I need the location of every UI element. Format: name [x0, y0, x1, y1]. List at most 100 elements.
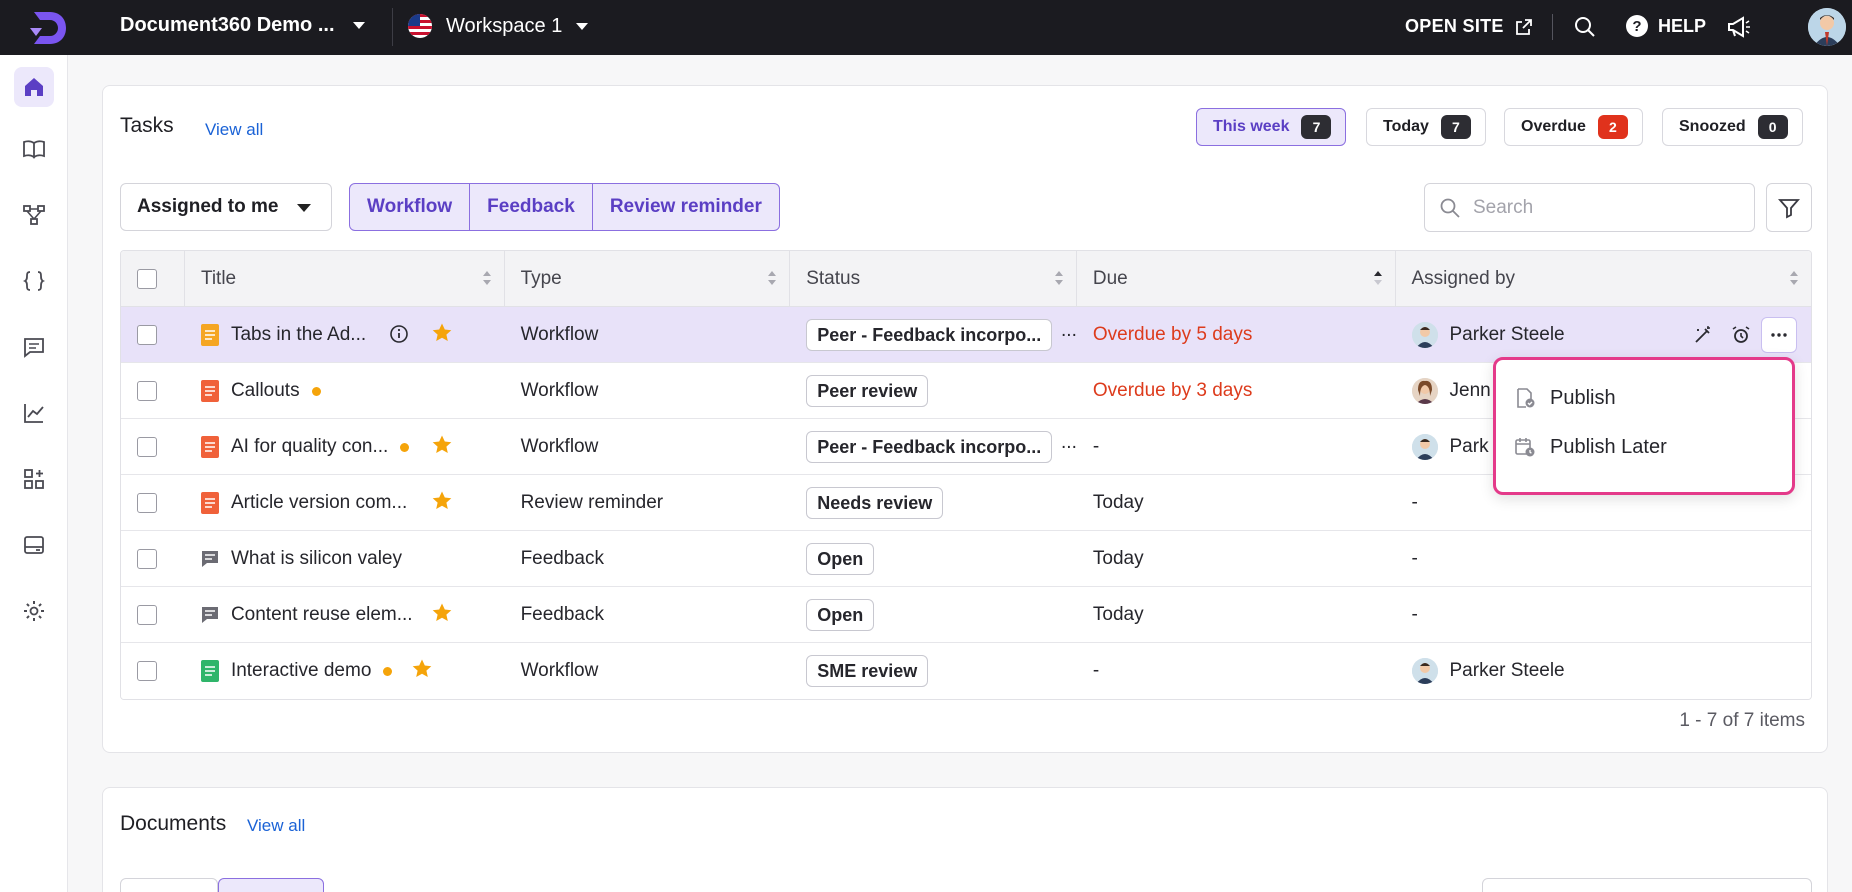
article-document-icon: [200, 660, 219, 682]
documents-view-all-link[interactable]: View all: [247, 816, 305, 836]
help-label: HELP: [1658, 15, 1707, 36]
table-row[interactable]: Interactive demo Workflow SME review - P…: [121, 643, 1811, 699]
api-braces-icon: [22, 271, 46, 291]
assigned-by-cell: -: [1411, 604, 1418, 625]
divider: [392, 8, 393, 46]
title-cell: Interactive demo: [185, 643, 505, 699]
status-cell: Peer - Feedback incorpo... ...: [790, 419, 1077, 475]
documents-tab-active[interactable]: [218, 878, 324, 892]
status-cell: Needs review: [790, 475, 1077, 531]
analytics-icon: [24, 404, 44, 423]
menu-item-publish[interactable]: Publish: [1514, 378, 1616, 418]
snooze-button[interactable]: [1723, 317, 1759, 353]
row-select: [121, 475, 185, 531]
more-options-button[interactable]: [1761, 317, 1797, 353]
table-row[interactable]: What is silicon valey Feedback Open Toda…: [121, 531, 1811, 587]
sidebar-item-feedback[interactable]: [14, 327, 54, 367]
row-checkbox[interactable]: [137, 381, 157, 401]
task-title-link[interactable]: Content reuse elem...: [231, 604, 413, 626]
row-checkbox[interactable]: [137, 437, 157, 457]
column-label: Due: [1092, 268, 1128, 289]
status-cell: SME review: [790, 643, 1077, 699]
category-tree-icon: [23, 205, 45, 225]
table-row[interactable]: Tabs in the Ad... Workflow Peer - Feedba…: [121, 307, 1811, 363]
row-checkbox[interactable]: [137, 605, 157, 625]
assigned-to-me-dropdown[interactable]: Assigned to me: [120, 183, 332, 231]
reassign-button[interactable]: [1685, 317, 1721, 353]
user-avatar[interactable]: [1808, 8, 1846, 46]
star-icon[interactable]: [431, 602, 453, 624]
help-button[interactable]: ? HELP: [1626, 15, 1706, 37]
sidebar-item-home[interactable]: [14, 67, 54, 107]
due-cell: Overdue by 5 days: [1092, 324, 1253, 345]
status-overflow: ...: [1061, 432, 1077, 453]
column-header-title[interactable]: Title: [185, 251, 505, 307]
announcement-megaphone-icon[interactable]: [1726, 14, 1752, 40]
sort-icon: [482, 271, 491, 285]
sidebar-item-widgets[interactable]: [14, 525, 54, 565]
filter-button[interactable]: [1766, 183, 1812, 232]
column-header-due[interactable]: Due: [1077, 251, 1396, 307]
count-badge: 7: [1301, 115, 1332, 139]
filter-snoozed[interactable]: Snoozed 0: [1662, 108, 1803, 146]
status-tag: Peer - Feedback incorpo...: [806, 319, 1053, 351]
unpublished-dot: [311, 386, 321, 396]
type-cell: Workflow: [520, 436, 599, 457]
task-title-link[interactable]: Callouts: [231, 380, 300, 402]
documents-search-input[interactable]: [1482, 878, 1812, 892]
open-site-link[interactable]: OPEN SITE: [1405, 16, 1534, 37]
filter-today[interactable]: Today 7: [1366, 108, 1486, 146]
chevron-down-icon: [576, 22, 589, 30]
row-checkbox[interactable]: [137, 325, 157, 345]
sort-icon: [768, 271, 777, 285]
task-title-link[interactable]: Article version com...: [231, 492, 407, 514]
task-title-link[interactable]: What is silicon valey: [231, 548, 402, 570]
project-selector[interactable]: Document360 Demo ...: [120, 14, 365, 37]
help-icon: ?: [1626, 15, 1648, 37]
task-title-link[interactable]: AI for quality con...: [231, 436, 388, 458]
column-header-assigned-by[interactable]: Assigned by: [1396, 251, 1812, 307]
star-icon[interactable]: [431, 490, 453, 512]
sidebar-item-documentation[interactable]: [14, 129, 54, 169]
article-document-icon: [200, 324, 219, 346]
tasks-title: Tasks: [120, 114, 174, 137]
row-checkbox[interactable]: [137, 549, 157, 569]
workspace-selector[interactable]: Workspace 1: [408, 14, 589, 38]
count-badge: 2: [1597, 115, 1628, 139]
task-title-link[interactable]: Tabs in the Ad...: [231, 324, 366, 346]
schedule-calendar-icon: [1515, 438, 1535, 457]
filter-overdue[interactable]: Overdue 2: [1504, 108, 1643, 146]
row-checkbox[interactable]: [137, 661, 157, 681]
sidebar-item-api[interactable]: [14, 261, 54, 301]
document360-logo[interactable]: [28, 8, 70, 48]
type-filter-feedback[interactable]: Feedback: [470, 184, 593, 230]
search-icon[interactable]: [1572, 14, 1598, 40]
star-icon[interactable]: [431, 434, 453, 456]
task-title-link[interactable]: Interactive demo: [231, 660, 371, 682]
filter-this-week[interactable]: This week 7: [1196, 108, 1347, 146]
documents-tab[interactable]: [120, 878, 218, 892]
sidebar-item-categories[interactable]: [14, 195, 54, 235]
sidebar-item-settings[interactable]: [14, 591, 54, 631]
select-all-checkbox[interactable]: [137, 269, 157, 289]
column-header-type[interactable]: Type: [505, 251, 791, 307]
pill-label: This week: [1213, 118, 1290, 135]
menu-item-publish-later[interactable]: Publish Later: [1514, 427, 1667, 467]
tasks-view-all-link[interactable]: View all: [205, 120, 263, 140]
search-placeholder: Search: [1473, 196, 1534, 218]
row-checkbox[interactable]: [137, 493, 157, 513]
table-row[interactable]: Content reuse elem... Feedback Open Toda…: [121, 587, 1811, 643]
search-input[interactable]: Search: [1424, 183, 1755, 232]
status-tag: Open: [806, 599, 875, 631]
type-filter-workflow[interactable]: Workflow: [350, 184, 471, 230]
type-filter-review-reminder[interactable]: Review reminder: [593, 184, 779, 230]
info-icon[interactable]: [389, 324, 409, 344]
star-icon[interactable]: [411, 658, 433, 680]
sidebar-item-analytics[interactable]: [14, 393, 54, 433]
status-tag: Needs review: [806, 487, 944, 519]
row-select: [121, 643, 185, 699]
sidebar-item-integrations[interactable]: [14, 459, 54, 499]
column-header-status[interactable]: Status: [790, 251, 1077, 307]
pill-label: Snoozed: [1679, 118, 1746, 135]
star-icon[interactable]: [431, 322, 453, 344]
